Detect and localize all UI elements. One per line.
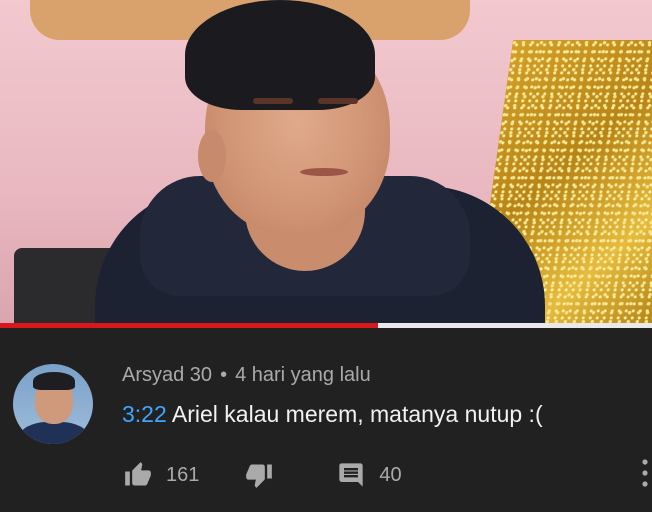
- avatar[interactable]: [13, 364, 93, 444]
- person-mouth: [300, 168, 348, 176]
- comment-meta: Arsyad 30 • 4 hari yang lalu: [122, 364, 371, 387]
- reply-count: 40: [379, 463, 402, 486]
- closed-eye-right: [318, 98, 358, 104]
- thumb-down-icon[interactable]: [243, 460, 275, 490]
- comment-time[interactable]: 4 hari yang lalu: [235, 364, 371, 386]
- more-vert-icon[interactable]: [638, 456, 652, 490]
- comment-actions: 161 40: [122, 460, 402, 490]
- comment-text: 3:22 Ariel kalau merem, matanya nutup :(: [122, 401, 543, 428]
- like-count: 161: [166, 463, 200, 486]
- video-frame[interactable]: [0, 0, 652, 326]
- person-hair: [185, 0, 375, 110]
- avatar-body: [19, 422, 89, 444]
- comment-icon[interactable]: [335, 460, 367, 490]
- person-ear: [198, 130, 226, 182]
- comment-body: Ariel kalau merem, matanya nutup :(: [171, 401, 543, 427]
- comment-author[interactable]: Arsyad 30: [122, 364, 212, 386]
- thumb-up-icon[interactable]: [122, 460, 154, 490]
- avatar-hair: [33, 372, 75, 390]
- comment: Arsyad 30 • 4 hari yang lalu 3:22 Ariel ka…: [0, 328, 652, 512]
- meta-separator: •: [220, 364, 228, 386]
- closed-eye-left: [253, 98, 293, 104]
- timestamp-link[interactable]: 3:22: [122, 401, 167, 427]
